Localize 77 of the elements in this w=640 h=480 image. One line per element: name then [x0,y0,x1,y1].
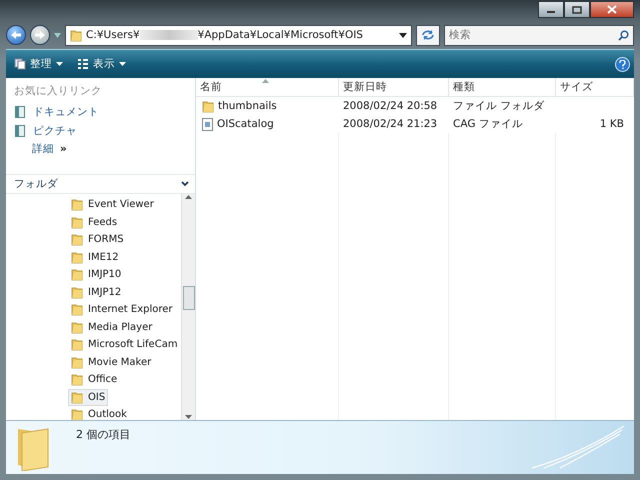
folder-tree-item[interactable]: Internet Explorer [68,301,176,318]
folder-icon [71,320,83,334]
chevron-icon[interactable] [181,181,189,187]
folder-icon [71,268,83,282]
scroll-up-icon[interactable] [185,194,192,200]
maximize-button[interactable] [564,1,590,18]
file-name-cell[interactable]: OIScatalog [196,118,339,130]
scrollbar-thumb[interactable] [183,286,195,310]
maximize-icon [572,6,582,14]
folder-tree-item[interactable]: IMJP10 [68,266,124,284]
folder-icon [71,373,83,386]
folder-icon [71,250,83,264]
close-icon [607,5,617,14]
refresh-button[interactable] [416,24,440,46]
sort-arrow-icon [262,79,269,83]
back-button[interactable] [6,25,26,45]
list-view-icon [77,58,89,70]
document-folder-icon [14,105,26,119]
folder-icon [71,233,83,246]
folder-tree-item[interactable]: Movie Maker [68,354,154,371]
help-icon[interactable] [615,56,630,72]
folder-icon [71,303,83,316]
dropdown-icon[interactable] [399,32,407,38]
folder-icon [71,286,83,299]
address-folder-icon [70,28,82,42]
scrollbar[interactable] [181,194,195,420]
favorite-links-heading: お気に入りリンク [14,84,103,98]
date-cell-text: 2008/02/24 21:23 [342,118,438,130]
column-header[interactable]: 更新日時 [339,78,449,96]
folder-icon [71,198,83,212]
type-cell-text: CAG ファイル [452,117,524,131]
size-cell-text: 1 KB [598,118,625,130]
type-cell-text: ファイル フォルダ [452,99,546,113]
folder-icon [71,338,83,352]
folder-icon [71,356,83,369]
caret-icon [119,62,126,66]
folder-tree-item[interactable]: IME12 [68,248,122,266]
favorite-link[interactable]: ドキュメント [14,104,187,120]
organize-menu[interactable]: 整理 [10,55,67,73]
views-menu[interactable]: 表示 [73,55,130,73]
column-header[interactable]: 種類 [449,78,556,96]
date-cell-text: 2008/02/24 20:58 [342,100,438,112]
minimize-button[interactable] [538,1,564,18]
forward-button[interactable] [30,25,50,45]
search-icon [618,30,629,40]
pages-icon [14,58,26,70]
column-header[interactable]: サイズ [556,78,634,96]
favorite-link[interactable]: ピクチャ [14,123,187,139]
file-icon [202,118,213,130]
right-arrow-icon [34,30,46,40]
folder-tree-item[interactable]: Office [68,371,120,388]
folder-tree-item[interactable]: FORMS [68,231,127,248]
more-link[interactable]: 詳細 [32,142,54,156]
folder-tree-item[interactable]: Feeds [68,214,120,231]
column-header[interactable]: 名前 [196,78,339,96]
address-field[interactable]: C:¥Users¥ ¥AppData¥Local¥Microsoft¥OIS [65,24,412,46]
folder-tree-item[interactable]: Microsoft LifeCam [68,336,181,354]
close-button[interactable] [590,1,634,18]
folder-tree-item[interactable]: IMJP12 [68,284,124,301]
folder-icon [202,100,214,112]
search-field[interactable]: 検索 [444,24,634,46]
folder-tree-item[interactable]: Media Player [68,318,156,336]
caret-icon [56,62,63,66]
refresh-icon [421,29,435,41]
file-name-cell[interactable]: thumbnails [196,100,339,112]
folders-heading[interactable]: フォルダ [14,177,58,191]
folder-icon [71,408,83,420]
history-dropdown-icon[interactable] [54,32,61,38]
document-folder-icon [14,124,26,138]
folder-tree-item[interactable]: OIS [68,388,108,406]
folder-icon [71,390,83,404]
folder-tree-item[interactable]: Event Viewer [68,196,157,214]
redacted-block [140,30,198,40]
item-count: 2 個の項目 [76,427,130,443]
left-arrow-icon [10,30,22,40]
folder-icon [71,216,83,229]
double-chevron-icon[interactable]: » [60,143,67,155]
